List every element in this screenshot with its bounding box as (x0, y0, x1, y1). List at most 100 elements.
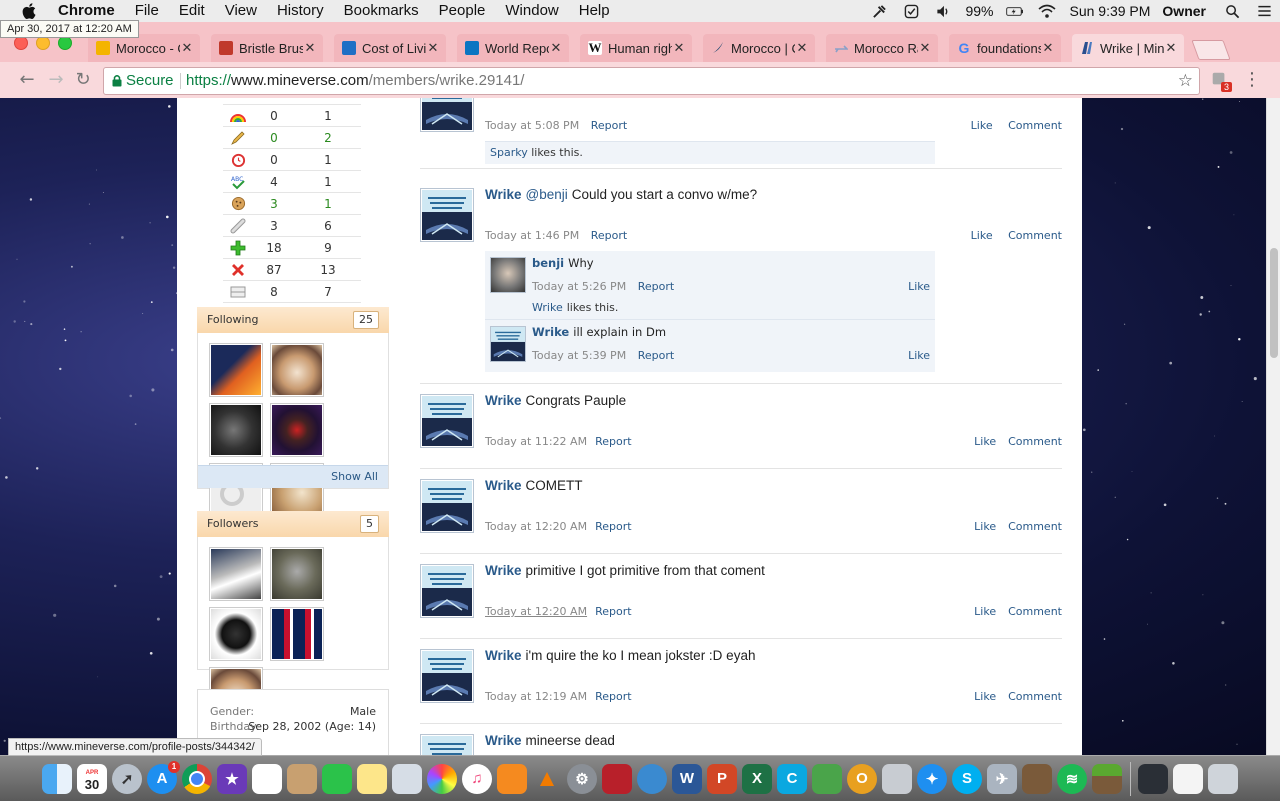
like-link[interactable]: Like (974, 435, 996, 448)
menu-view[interactable]: View (215, 0, 267, 22)
tab-human-rights[interactable]: W Human right ✕ (580, 34, 692, 62)
avatar[interactable] (270, 403, 324, 457)
reminders-icon[interactable] (252, 763, 282, 794)
report-link[interactable]: Report (638, 280, 674, 293)
tab-world-report[interactable]: World Repo ✕ (457, 34, 569, 62)
image-capture-icon[interactable] (882, 763, 912, 794)
safari-compass-icon[interactable]: ✦ (917, 763, 947, 794)
trash-icon[interactable] (1208, 763, 1238, 794)
close-tab-icon[interactable]: ✕ (1164, 40, 1178, 56)
photos-icon[interactable] (427, 763, 457, 794)
like-link[interactable]: Like (974, 690, 996, 703)
powerpoint-icon[interactable]: P (707, 763, 737, 794)
apple-menu-icon[interactable] (18, 0, 40, 22)
facetime-icon[interactable] (322, 763, 352, 794)
finder-icon[interactable] (42, 763, 72, 794)
post-author-link[interactable]: Wrike (485, 478, 522, 493)
battery-charging-icon[interactable] (1006, 4, 1024, 18)
report-link[interactable]: Report (638, 349, 674, 362)
address-bar[interactable]: Secure https://www.mineverse.com/members… (103, 67, 1200, 95)
close-tab-icon[interactable]: ✕ (549, 40, 563, 56)
comment-time[interactable]: Today at 5:26 PM (532, 280, 626, 293)
tab-foundations[interactable]: G foundations ✕ (949, 34, 1061, 62)
skype-icon[interactable]: S (952, 763, 982, 794)
post-time[interactable]: Today at 12:20 AM (485, 605, 587, 618)
avatar[interactable] (270, 547, 324, 601)
avatar[interactable] (209, 607, 263, 661)
avatar[interactable] (209, 403, 263, 457)
contacts-icon[interactable] (287, 763, 317, 794)
tab-morocco-google[interactable]: Morocco - G ✕ (88, 34, 200, 62)
outlook-o-icon[interactable]: O (847, 763, 877, 794)
menu-bookmarks[interactable]: Bookmarks (334, 0, 429, 22)
excel-icon[interactable]: X (742, 763, 772, 794)
bookmark-star-icon[interactable]: ☆ (1178, 68, 1193, 94)
comment-time[interactable]: Today at 5:39 PM (532, 349, 626, 362)
people-app-icon[interactable] (812, 763, 842, 794)
avatar[interactable] (420, 98, 474, 132)
avatar[interactable] (270, 607, 324, 661)
app-store-icon[interactable]: A1 (147, 760, 180, 794)
wifi-icon[interactable] (1038, 4, 1057, 18)
back-arrow-icon[interactable]: ← (17, 70, 37, 90)
like-link[interactable]: Like (908, 349, 930, 362)
menu-clock[interactable]: Sun 9:39 PM (1069, 3, 1150, 19)
minimize-window-button[interactable] (36, 36, 50, 50)
like-link[interactable]: Like (971, 229, 993, 242)
avatar[interactable] (270, 343, 324, 397)
report-link[interactable]: Report (591, 229, 627, 242)
report-link[interactable]: Report (595, 520, 631, 533)
screen-icon[interactable] (1138, 763, 1168, 794)
tools-icon[interactable] (870, 4, 888, 18)
post-author-link[interactable]: Wrike (485, 393, 522, 408)
avatar[interactable] (420, 564, 474, 618)
close-tab-icon[interactable]: ✕ (303, 40, 317, 56)
mention-link[interactable]: @benji (526, 187, 568, 202)
imovie-star-icon[interactable]: ★ (217, 763, 247, 794)
menu-window[interactable]: Window (495, 0, 568, 22)
page-scrollbar[interactable] (1266, 98, 1280, 755)
system-preferences-gear-icon[interactable]: ⚙ (567, 763, 597, 794)
menu-history[interactable]: History (267, 0, 334, 22)
close-tab-icon[interactable]: ✕ (180, 40, 194, 56)
globe-icon[interactable] (637, 763, 667, 794)
menu-help[interactable]: Help (569, 0, 620, 22)
liker-link[interactable]: Sparky (490, 146, 528, 159)
close-window-button[interactable] (14, 36, 28, 50)
avatar[interactable] (420, 188, 474, 242)
photo-booth-icon[interactable] (602, 763, 632, 794)
launchpad-rocket-icon[interactable]: ➚ (112, 763, 142, 794)
menu-edit[interactable]: Edit (169, 0, 215, 22)
avatar[interactable] (209, 547, 263, 601)
like-link[interactable]: Like (908, 280, 930, 293)
followers-header[interactable]: Followers 5 (197, 511, 389, 538)
report-link[interactable]: Report (595, 690, 631, 703)
post-time[interactable]: Today at 12:19 AM (485, 690, 587, 703)
reload-icon[interactable]: ↻ (73, 70, 93, 90)
calendar-icon[interactable]: APR 30 (77, 763, 107, 794)
like-link[interactable]: Like (971, 119, 993, 132)
minecraft-crafting-icon[interactable] (1022, 763, 1052, 794)
avatar[interactable] (420, 479, 474, 533)
report-link[interactable]: Report (595, 605, 631, 618)
menu-app-name[interactable]: Chrome (50, 0, 125, 22)
tab-bristle-brush[interactable]: Bristle Brush ✕ (211, 34, 323, 62)
tab-wrike-mineverse[interactable]: Wrike | Mine ✕ (1072, 34, 1184, 62)
liker-link[interactable]: Wrike (532, 301, 563, 314)
zoom-window-button[interactable] (58, 36, 72, 50)
airplane-app-icon[interactable]: ✈ (987, 763, 1017, 794)
report-link[interactable]: Report (595, 435, 631, 448)
vlc-cone-icon[interactable]: ▲ (532, 764, 562, 794)
spotlight-search-icon[interactable] (1223, 4, 1241, 18)
close-tab-icon[interactable]: ✕ (1041, 40, 1055, 56)
itunes-icon[interactable]: ♫ (462, 763, 492, 794)
tab-cost-of-living[interactable]: Cost of Livin ✕ (334, 34, 446, 62)
chrome-menu-icon[interactable]: ⋮ (1243, 70, 1261, 90)
report-link[interactable]: Report (591, 119, 627, 132)
post-time[interactable]: Today at 1:46 PM (485, 229, 579, 242)
close-tab-icon[interactable]: ✕ (426, 40, 440, 56)
comment-link[interactable]: Comment (1008, 435, 1062, 448)
close-tab-icon[interactable]: ✕ (918, 40, 932, 56)
minecraft-grass-icon[interactable] (1092, 763, 1122, 794)
ibooks-icon[interactable] (497, 763, 527, 794)
